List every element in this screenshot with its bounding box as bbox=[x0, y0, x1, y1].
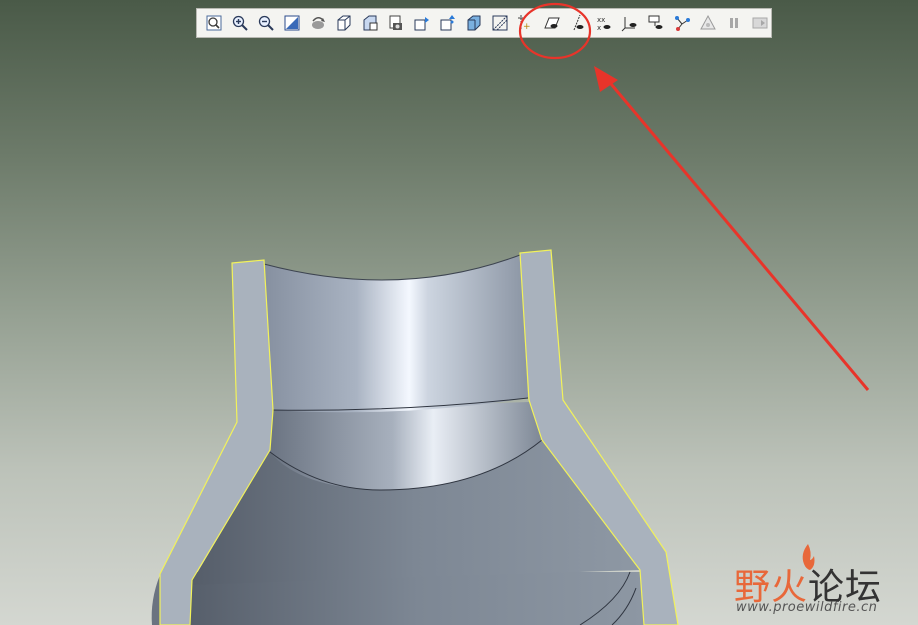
annotation-display-icon bbox=[648, 15, 663, 29]
neck-cylinder bbox=[264, 255, 528, 413]
view-orient-icon bbox=[337, 15, 351, 31]
csys-display-icon bbox=[621, 17, 637, 32]
svg-text:x: x bbox=[597, 24, 601, 32]
zoom-in-icon bbox=[232, 15, 248, 31]
zoom-out-icon bbox=[258, 15, 274, 31]
zoom-out-button[interactable] bbox=[253, 10, 279, 36]
spin-center-button[interactable] bbox=[305, 10, 331, 36]
refit-icon bbox=[206, 15, 222, 31]
refit-button[interactable] bbox=[201, 10, 227, 36]
layers-button[interactable] bbox=[383, 10, 409, 36]
network-icon bbox=[675, 16, 690, 31]
datum-plane-display-icon bbox=[544, 17, 560, 29]
point-display-icon: xxx bbox=[597, 16, 611, 32]
regenerate-icon bbox=[700, 14, 716, 30]
datum-axis-toggle-icon: + bbox=[518, 15, 531, 32]
next-icon bbox=[752, 17, 768, 29]
view-orient-button[interactable] bbox=[331, 10, 357, 36]
zoom-in-button[interactable] bbox=[227, 10, 253, 36]
spin-center-icon bbox=[312, 17, 325, 29]
regenerate-button[interactable] bbox=[695, 10, 721, 36]
view-toolbar: + xx x bbox=[196, 8, 772, 38]
pause-button[interactable] bbox=[721, 10, 747, 36]
watermark-url: www.proewildfire.cn bbox=[736, 600, 878, 615]
csys-display-button[interactable] bbox=[617, 10, 643, 36]
datum-axis-display-button[interactable] bbox=[565, 10, 591, 36]
point-display-button[interactable]: xx x bbox=[591, 10, 617, 36]
annotation-arrow-line bbox=[604, 77, 870, 391]
view-manager-icon bbox=[414, 17, 429, 31]
saved-views-button[interactable] bbox=[357, 10, 383, 36]
hidden-line-icon bbox=[467, 15, 481, 31]
svg-text:+: + bbox=[523, 22, 531, 32]
view-manager-button[interactable] bbox=[409, 10, 435, 36]
network-button[interactable] bbox=[669, 10, 695, 36]
wireframe-button[interactable] bbox=[487, 10, 513, 36]
datum-plane-display-button[interactable] bbox=[539, 10, 565, 36]
next-button[interactable] bbox=[747, 10, 773, 36]
pause-icon bbox=[730, 18, 738, 28]
hidden-line-button[interactable] bbox=[461, 10, 487, 36]
datum-axis-display-icon bbox=[573, 14, 584, 31]
saved-views-icon bbox=[363, 15, 378, 31]
layers-icon bbox=[389, 15, 402, 30]
repaint-button[interactable] bbox=[279, 10, 305, 36]
repaint-icon bbox=[284, 15, 300, 31]
model-viewport[interactable] bbox=[0, 0, 918, 625]
wireframe-icon bbox=[492, 15, 508, 31]
shading-icon bbox=[440, 15, 455, 31]
shading-button[interactable] bbox=[435, 10, 461, 36]
annotation-display-button[interactable] bbox=[643, 10, 669, 36]
svg-text:xx: xx bbox=[597, 16, 605, 24]
forum-watermark: 野火论坛 www.proewildfire.cn bbox=[730, 544, 910, 620]
datum-axis-toggle-button[interactable]: + bbox=[513, 10, 539, 36]
